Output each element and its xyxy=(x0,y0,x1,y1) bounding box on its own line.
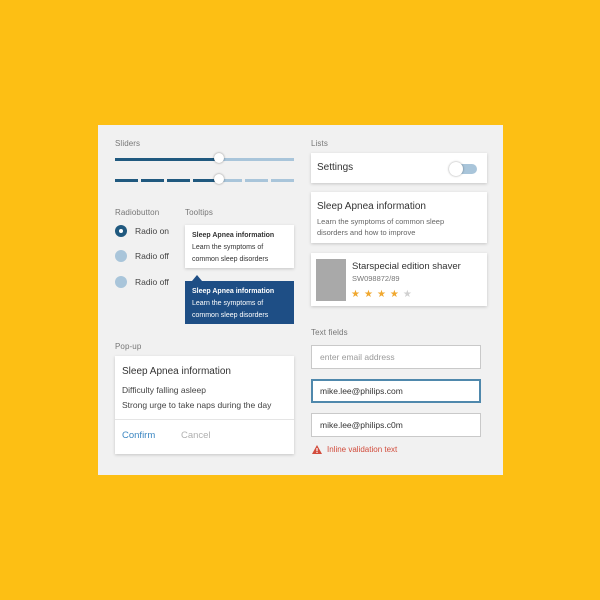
tooltip-body: Learn the symptoms of common sleep disor… xyxy=(192,244,269,263)
stepped-slider[interactable] xyxy=(115,174,294,186)
slider-step-segment xyxy=(141,179,164,182)
confirm-button[interactable]: Confirm xyxy=(122,430,155,441)
slider-fill xyxy=(115,158,219,161)
email-field-error[interactable] xyxy=(311,413,481,437)
validation-text: Inline validation text xyxy=(327,445,398,454)
popup-line: Difficulty falling asleep xyxy=(122,385,206,395)
product-sku: SW098872/89 xyxy=(352,274,400,283)
radio-option-2[interactable]: Radio off xyxy=(115,249,169,263)
popup-line: Strong urge to take naps during the day xyxy=(122,400,272,410)
list-item-settings[interactable]: Settings xyxy=(311,153,487,183)
radio-option-1[interactable]: Radio on xyxy=(115,224,169,238)
tooltip-light: Sleep Apnea information Learn the sympto… xyxy=(185,225,294,268)
slider-step-segment xyxy=(115,179,138,182)
tooltip-dark: Sleep Apnea information Learn the sympto… xyxy=(185,275,294,324)
toggle-knob[interactable] xyxy=(449,162,463,176)
slider-thumb[interactable] xyxy=(213,174,224,184)
radio-label: Radio off xyxy=(135,277,169,287)
settings-toggle[interactable] xyxy=(449,162,477,176)
list-item-body: Learn the symptoms of common sleep disor… xyxy=(317,217,445,237)
popup-dialog: Sleep Apnea information Difficulty falli… xyxy=(115,356,294,454)
list-item-product[interactable]: Starspecial edition shaver SW098872/89 ★… xyxy=(311,253,487,306)
tooltip-arrow-icon xyxy=(192,275,202,281)
radiobutton-label: Radiobutton xyxy=(115,208,160,217)
warning-icon xyxy=(312,445,322,454)
email-field-focused[interactable] xyxy=(311,379,481,403)
settings-label: Settings xyxy=(317,162,354,173)
cancel-button[interactable]: Cancel xyxy=(181,430,211,441)
star-empty-icon[interactable]: ★ xyxy=(403,289,412,300)
component-panel: Sliders Radiobutton Radio on Radio off R… xyxy=(98,125,503,475)
tooltip-title: Sleep Apnea information xyxy=(192,288,275,295)
slider-step-segment xyxy=(245,179,268,182)
star-filled-icon[interactable]: ★ xyxy=(390,289,399,300)
popup-label: Pop-up xyxy=(115,342,142,351)
slider-step-segment xyxy=(193,179,216,182)
radio-label: Radio off xyxy=(135,251,169,261)
radio-selected-icon[interactable] xyxy=(115,225,127,237)
product-thumbnail xyxy=(316,259,346,301)
radio-option-3[interactable]: Radio off xyxy=(115,275,169,289)
star-filled-icon[interactable]: ★ xyxy=(364,289,373,300)
radio-unselected-icon[interactable] xyxy=(115,250,127,262)
radio-label: Radio on xyxy=(135,226,170,236)
list-item-info[interactable]: Sleep Apnea information Learn the sympto… xyxy=(311,192,487,243)
slider-step-segment xyxy=(167,179,190,182)
rating-stars[interactable]: ★ ★ ★ ★ ★ xyxy=(351,289,416,300)
slider-step-segment xyxy=(271,179,294,182)
star-filled-icon[interactable]: ★ xyxy=(377,289,386,300)
slider-thumb[interactable] xyxy=(213,153,224,163)
validation-message: Inline validation text xyxy=(312,445,397,454)
star-filled-icon[interactable]: ★ xyxy=(351,289,360,300)
continuous-slider[interactable] xyxy=(115,153,294,165)
sliders-label: Sliders xyxy=(115,139,141,148)
tooltips-label: Tooltips xyxy=(185,208,213,217)
lists-label: Lists xyxy=(311,139,328,148)
tooltip-title: Sleep Apnea information xyxy=(192,232,275,239)
tooltip-body: Learn the symptoms of common sleep disor… xyxy=(192,300,269,319)
product-title: Starspecial edition shaver xyxy=(352,261,461,272)
radio-unselected-icon[interactable] xyxy=(115,276,127,288)
text-fields-label: Text fields xyxy=(311,328,348,337)
popup-title: Sleep Apnea information xyxy=(122,366,231,377)
list-item-title: Sleep Apnea information xyxy=(317,201,426,212)
popup-divider xyxy=(115,419,294,420)
email-field-empty[interactable] xyxy=(311,345,481,369)
